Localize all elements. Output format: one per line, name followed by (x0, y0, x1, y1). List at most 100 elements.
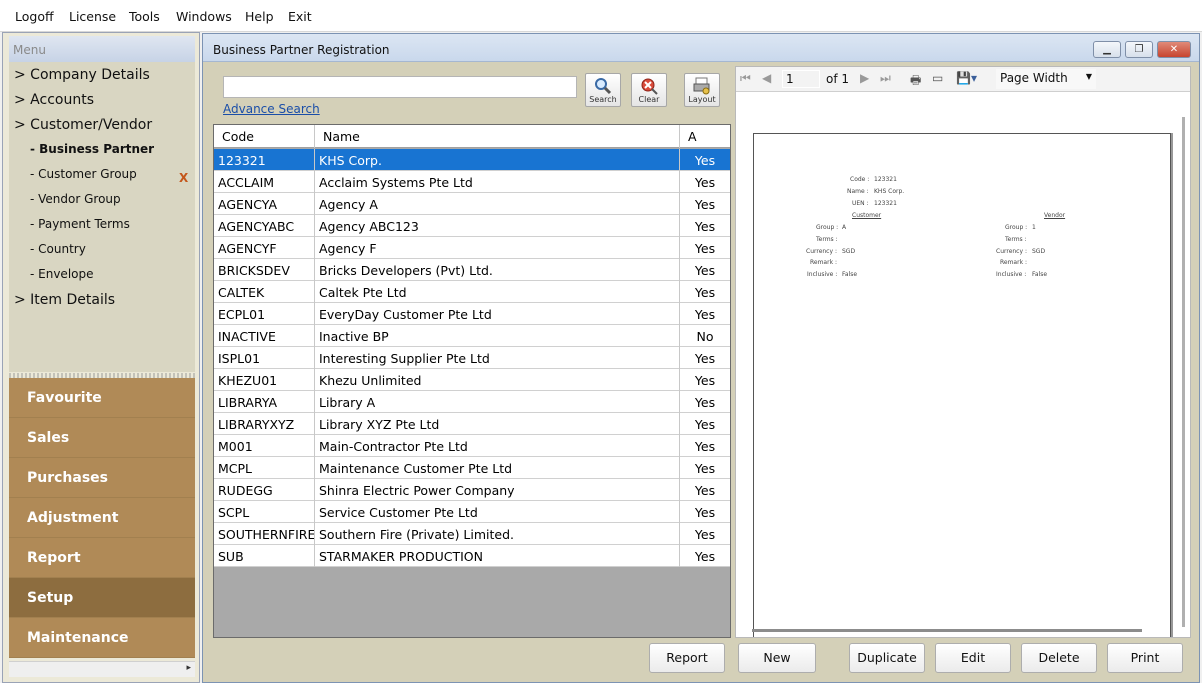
nav-report[interactable]: Report (9, 538, 195, 578)
report-customer-heading: Customer (852, 212, 882, 219)
cell-code: SCPL (214, 501, 315, 523)
tree-sub-business-partner[interactable]: - Business Partner (30, 142, 154, 156)
table-row[interactable]: INACTIVE Inactive BP No (214, 325, 730, 347)
cell-name: Agency F (315, 237, 680, 259)
menu-exit[interactable]: Exit (288, 9, 312, 24)
first-page-icon[interactable]: ⏮ (740, 71, 751, 86)
new-button[interactable]: New (738, 643, 816, 673)
report-vendor-terms-label: Terms : (1005, 236, 1027, 243)
tree-item-customer-vendor[interactable]: > Customer/Vendor (14, 117, 152, 133)
nav-favourite[interactable]: Favourite (9, 378, 195, 418)
print-icon[interactable]: 🖶 (910, 71, 921, 92)
cell-code: AGENCYABC (214, 215, 315, 237)
viewer-horizontal-scrollbar[interactable] (752, 629, 1142, 632)
cell-active: Yes (694, 351, 716, 366)
nav-maintenance[interactable]: Maintenance (9, 618, 195, 658)
page-number-input[interactable]: 1 (782, 70, 820, 88)
export-save-icon[interactable]: 💾▾ (956, 71, 977, 85)
close-button[interactable]: ✕ (1157, 41, 1191, 58)
table-row[interactable]: MCPL Maintenance Customer Pte Ltd Yes (214, 457, 730, 479)
chevron-right-icon[interactable]: ▸ (186, 663, 191, 673)
report-button[interactable]: Report (649, 643, 725, 673)
table-row[interactable]: AGENCYA Agency A Yes (214, 193, 730, 215)
window-title-bar: Business Partner Registration ▁ ❐ ✕ (203, 34, 1199, 62)
viewer-vertical-scrollbar[interactable] (1182, 117, 1185, 627)
report-canvas: Code : 123321 Name : KHS Corp. UEN : 123… (736, 93, 1190, 637)
cell-active: Yes (694, 439, 716, 454)
menu-tools[interactable]: Tools (129, 9, 160, 24)
tree-sub-payment-terms[interactable]: - Payment Terms (30, 217, 130, 231)
cell-active: Yes (694, 153, 716, 168)
nav-adjustment[interactable]: Adjustment (9, 498, 195, 538)
cell-code: RUDEGG (214, 479, 315, 501)
table-row[interactable]: KHEZU01 Khezu Unlimited Yes (214, 369, 730, 391)
nav-sales[interactable]: Sales (9, 418, 195, 458)
tree-sub-customer-group[interactable]: - Customer Group (30, 167, 137, 181)
column-header-code[interactable]: Code (214, 125, 315, 148)
tree-sub-envelope[interactable]: - Envelope (30, 267, 94, 281)
last-page-icon[interactable]: ⏭ (880, 71, 891, 86)
search-button-label: Search (589, 95, 617, 104)
delete-button[interactable]: Delete (1021, 643, 1097, 673)
table-row[interactable]: AGENCYF Agency F Yes (214, 237, 730, 259)
zoom-select[interactable]: Page Width ▼ (996, 69, 1096, 89)
report-customer-inclusive-label: Inclusive : (807, 271, 838, 278)
next-page-icon[interactable]: ▶ (860, 71, 869, 85)
previous-page-icon[interactable]: ◀ (762, 71, 771, 85)
menu-logoff[interactable]: Logoff (15, 9, 54, 24)
cell-code: KHEZU01 (214, 369, 315, 391)
report-vendor-remark-label: Remark : (1000, 259, 1027, 266)
table-row[interactable]: LIBRARYXYZ Library XYZ Pte Ltd Yes (214, 413, 730, 435)
cell-name: Service Customer Pte Ltd (315, 501, 680, 523)
table-row[interactable]: CALTEK Caltek Pte Ltd Yes (214, 281, 730, 303)
cell-active: Yes (694, 505, 716, 520)
search-button[interactable]: Search (585, 73, 621, 107)
cell-name: Khezu Unlimited (315, 369, 680, 391)
table-row[interactable]: AGENCYABC Agency ABC123 Yes (214, 215, 730, 237)
tree-item-company-details[interactable]: > Company Details (14, 67, 150, 83)
cell-name: Caltek Pte Ltd (315, 281, 680, 303)
report-customer-group-label: Group : (816, 224, 839, 231)
minimize-button[interactable]: ▁ (1093, 41, 1121, 58)
table-row[interactable]: ISPL01 Interesting Supplier Pte Ltd Yes (214, 347, 730, 369)
maximize-button[interactable]: ❐ (1125, 41, 1153, 58)
tree-sub-vendor-group[interactable]: - Vendor Group (30, 192, 121, 206)
table-row[interactable]: M001 Main-Contractor Pte Ltd Yes (214, 435, 730, 457)
column-header-name[interactable]: Name (315, 125, 680, 148)
cell-name: Main-Contractor Pte Ltd (315, 435, 680, 457)
table-row[interactable]: ACCLAIM Acclaim Systems Pte Ltd Yes (214, 171, 730, 193)
advance-search-link[interactable]: Advance Search (223, 102, 320, 116)
table-row[interactable]: RUDEGG Shinra Electric Power Company Yes (214, 479, 730, 501)
nav-overflow-bar[interactable]: ▸ (9, 661, 195, 677)
tree-sub-country[interactable]: - Country (30, 242, 86, 256)
nav-setup[interactable]: Setup (9, 578, 195, 618)
tree-item-item-details[interactable]: > Item Details (14, 292, 115, 308)
duplicate-button[interactable]: Duplicate (849, 643, 925, 673)
table-row[interactable]: SOUTHERNFIRE Southern Fire (Private) Limi… (214, 523, 730, 545)
tree-item-accounts[interactable]: > Accounts (14, 92, 94, 108)
print-button[interactable]: Print (1107, 643, 1183, 673)
cell-code: AGENCYF (214, 237, 315, 259)
search-input[interactable] (223, 76, 577, 98)
menu-help[interactable]: Help (245, 9, 274, 24)
menu-windows[interactable]: Windows (176, 9, 232, 24)
table-row[interactable]: SCPL Service Customer Pte Ltd Yes (214, 501, 730, 523)
table-row[interactable]: 123321 KHS Corp. Yes (214, 149, 730, 171)
cell-code: LIBRARYXYZ (214, 413, 315, 435)
clear-button[interactable]: Clear (631, 73, 667, 107)
close-tab-icon[interactable]: X (179, 171, 188, 185)
column-header-active[interactable]: A (680, 125, 730, 148)
table-row[interactable]: LIBRARYA Library A Yes (214, 391, 730, 413)
menu-license[interactable]: License (69, 9, 116, 24)
table-row[interactable]: ECPL01 EveryDay Customer Pte Ltd Yes (214, 303, 730, 325)
layout-button-label: Layout (688, 95, 716, 104)
business-partner-window: Business Partner Registration ▁ ❐ ✕ Adva… (202, 33, 1200, 683)
nav-purchases[interactable]: Purchases (9, 458, 195, 498)
table-row[interactable]: BRICKSDEV Bricks Developers (Pvt) Ltd. Yes (214, 259, 730, 281)
page-setup-icon[interactable]: ▭ (932, 71, 943, 85)
layout-button[interactable]: Layout (684, 73, 720, 107)
edit-button[interactable]: Edit (935, 643, 1011, 673)
table-row[interactable]: SUB STARMAKER PRODUCTION Yes (214, 545, 730, 567)
cell-active: Yes (694, 241, 716, 256)
cell-code: BRICKSDEV (214, 259, 315, 281)
